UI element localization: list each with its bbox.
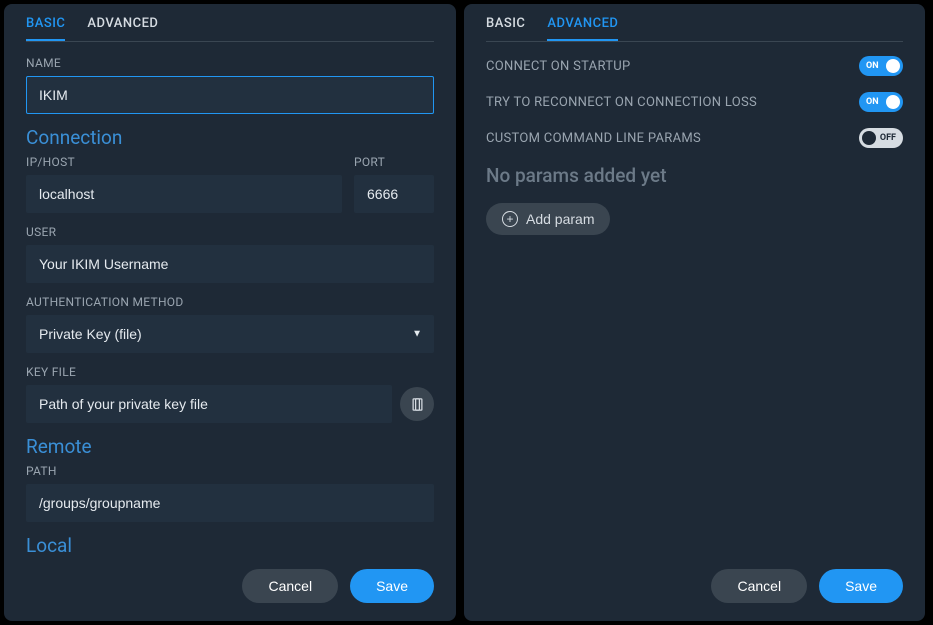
reconnect-toggle[interactable]: ON [859, 92, 903, 112]
basic-config-panel: BASIC ADVANCED NAME Connection IP/HOST P… [4, 4, 456, 621]
right-footer: Cancel Save [464, 557, 925, 621]
connect-startup-label: CONNECT ON STARTUP [486, 59, 631, 74]
reconnect-label: TRY TO RECONNECT ON CONNECTION LOSS [486, 95, 757, 110]
toggle-state-text: ON [859, 97, 886, 107]
name-input[interactable] [26, 76, 434, 114]
tab-advanced[interactable]: ADVANCED [87, 16, 158, 41]
right-content: CONNECT ON STARTUP ON TRY TO RECONNECT O… [464, 42, 925, 557]
auth-method-select[interactable]: Private Key (file) [26, 315, 434, 353]
advanced-config-panel: BASIC ADVANCED CONNECT ON STARTUP ON TRY… [464, 4, 925, 621]
local-section-title: Local [26, 534, 434, 557]
cancel-button[interactable]: Cancel [242, 569, 338, 603]
port-label: PORT [354, 155, 434, 169]
custom-params-label: CUSTOM COMMAND LINE PARAMS [486, 131, 701, 146]
add-param-button[interactable]: + Add param [486, 203, 610, 235]
tab-basic-right[interactable]: BASIC [486, 16, 525, 41]
keyfile-input[interactable] [26, 385, 392, 423]
name-label: NAME [26, 56, 434, 70]
user-label: USER [26, 225, 434, 239]
left-content: NAME Connection IP/HOST PORT USER AUTHEN… [4, 42, 456, 557]
keyfile-label: KEY FILE [26, 365, 434, 379]
host-label: IP/HOST [26, 155, 342, 169]
tab-basic[interactable]: BASIC [26, 16, 65, 41]
save-button[interactable]: Save [350, 569, 434, 603]
tabs-right: BASIC ADVANCED [464, 4, 925, 41]
browse-keyfile-button[interactable] [400, 387, 434, 421]
toggle-knob [862, 131, 876, 145]
plus-circle-icon: + [502, 211, 518, 227]
file-browse-icon [410, 397, 425, 412]
toggle-knob [886, 95, 900, 109]
auth-label: AUTHENTICATION METHOD [26, 295, 434, 309]
tabs-left: BASIC ADVANCED [4, 4, 456, 41]
toggle-state-text: OFF [873, 133, 903, 143]
add-param-label: Add param [526, 211, 594, 227]
toggle-knob [886, 59, 900, 73]
port-input[interactable] [354, 175, 434, 213]
no-params-message: No params added yet [486, 164, 903, 187]
remote-path-input[interactable] [26, 484, 434, 522]
remote-section-title: Remote [26, 435, 434, 458]
save-button-right[interactable]: Save [819, 569, 903, 603]
toggle-state-text: ON [859, 61, 886, 71]
user-input[interactable] [26, 245, 434, 283]
cancel-button-right[interactable]: Cancel [711, 569, 807, 603]
path-label: PATH [26, 464, 434, 478]
left-footer: Cancel Save [4, 557, 456, 621]
tab-advanced-right[interactable]: ADVANCED [547, 16, 618, 41]
custom-params-toggle[interactable]: OFF [859, 128, 903, 148]
connection-section-title: Connection [26, 126, 434, 149]
connect-startup-toggle[interactable]: ON [859, 56, 903, 76]
host-input[interactable] [26, 175, 342, 213]
